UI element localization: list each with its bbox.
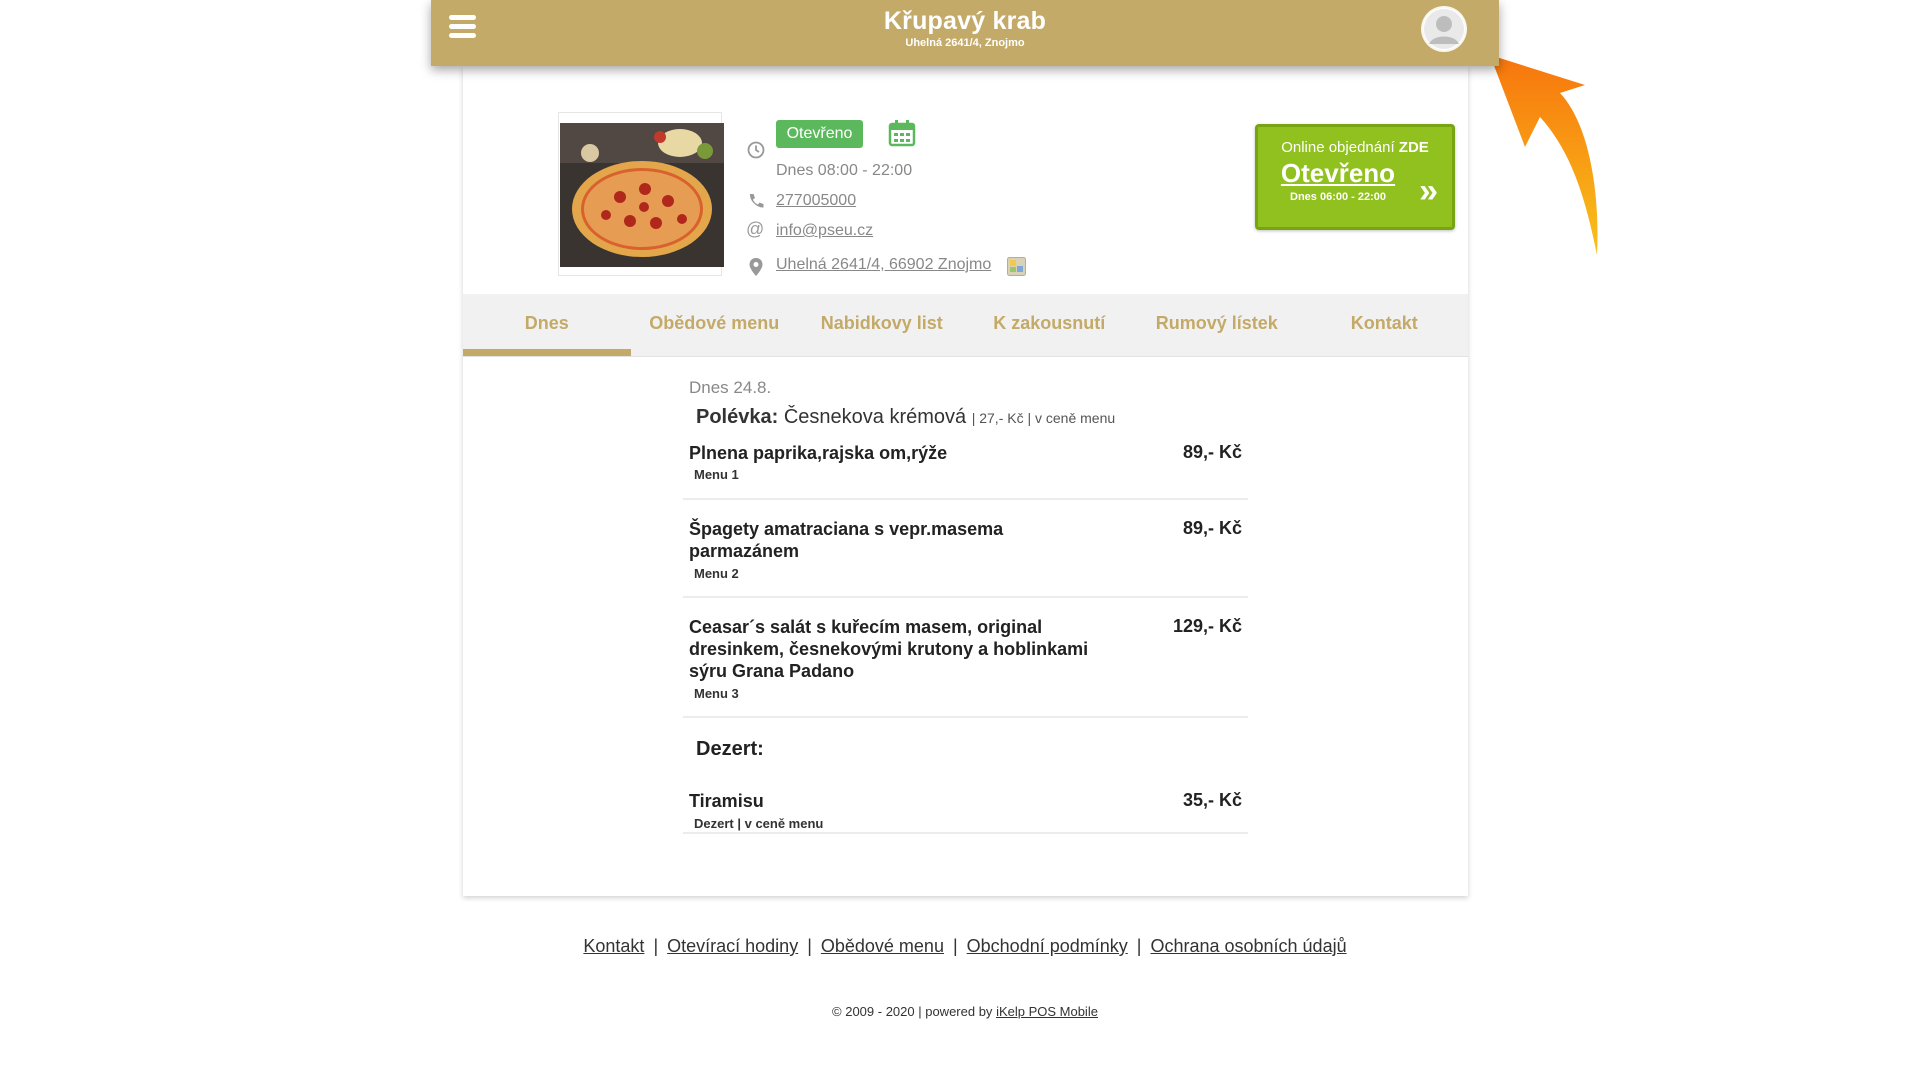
dezert-title: Dezert: bbox=[696, 738, 764, 760]
menu-item-price: 129,- Kč bbox=[1172, 616, 1242, 636]
menu-item-name: Tiramisu bbox=[689, 791, 764, 811]
footer-link-ochrana-udaju[interactable]: Ochrana osobních údajů bbox=[1150, 936, 1346, 956]
menu-item-price: 35,- Kč bbox=[1182, 790, 1242, 810]
online-order-zde: ZDE bbox=[1398, 139, 1429, 156]
online-order-lead: Online objednání ZDE bbox=[1281, 139, 1429, 156]
address-link[interactable]: Uhelná 2641/4, 66902 Znojmo bbox=[776, 256, 991, 274]
user-avatar-icon[interactable] bbox=[1423, 8, 1465, 50]
soup-price-info: | 27,- Kč | v ceně menu bbox=[971, 410, 1116, 426]
menu-item: Špagety amatraciana s vepr.masema parmaz… bbox=[683, 498, 1248, 598]
soup-name: Česnekova krémová bbox=[783, 406, 967, 428]
footer-separator: | bbox=[807, 936, 812, 956]
menu-item-tag: Menu 2 bbox=[694, 566, 739, 581]
footer-link-oteviraci-hodiny[interactable]: Otevírací hodiny bbox=[667, 936, 798, 956]
restaurant-brand: Křupavý krab Uhelná 2641/4, Znojmo bbox=[431, 7, 1499, 49]
opening-hours-text: Dnes 08:00 - 22:00 bbox=[776, 162, 913, 179]
restaurant-photo bbox=[558, 112, 724, 276]
menu-item: Ceasar´s salát s kuřecím masem, original… bbox=[683, 596, 1248, 718]
tab-kontakt[interactable]: Kontakt bbox=[1301, 294, 1469, 356]
top-header-bar: Křupavý krab Uhelná 2641/4, Znojmo bbox=[431, 0, 1499, 66]
footer-links: Kontakt | Otevírací hodiny | Obědové menu | Ob… bbox=[0, 936, 1920, 957]
menu-item-tag: Dezert | v ceně menu bbox=[694, 816, 824, 831]
map-icon[interactable] bbox=[1007, 257, 1026, 276]
phone-icon bbox=[749, 194, 764, 208]
online-order-status: Otevřeno bbox=[1280, 158, 1396, 188]
menu-item: Plnena paprika,rajska om,rýže 89,- Kč Me… bbox=[683, 434, 1248, 500]
menu-date: Dnes 24.8. bbox=[689, 378, 772, 397]
calendar-icon[interactable] bbox=[888, 119, 916, 147]
copyright-text: © 2009 - 2020 | powered by bbox=[832, 1004, 993, 1019]
open-status-badge: Otevřeno bbox=[776, 120, 863, 148]
online-order-hours: Dnes 06:00 - 22:00 bbox=[1290, 191, 1386, 203]
menu-item-name: Ceasar´s salát s kuřecím masem, original… bbox=[689, 617, 1089, 681]
menu-item-name: Plnena paprika,rajska om,rýže bbox=[689, 443, 948, 463]
online-order-button[interactable]: Online objednání ZDE Otevřeno Dnes 06:00… bbox=[1255, 124, 1455, 230]
email-link[interactable]: info@pseu.cz bbox=[776, 222, 873, 240]
footer-separator: | bbox=[952, 936, 958, 956]
map-pin-icon bbox=[749, 258, 763, 276]
menu-item-tag: Menu 3 bbox=[694, 686, 739, 701]
menu-item: Tiramisu 35,- Kč Dezert | v ceně menu bbox=[683, 766, 1248, 834]
phone-link[interactable]: 277005000 bbox=[776, 192, 856, 210]
tab-obedove-menu[interactable]: Obědové menu bbox=[631, 294, 799, 356]
powered-by-link[interactable]: iKelp POS Mobile bbox=[996, 1004, 1098, 1019]
menu-item-price: 89,- Kč bbox=[1182, 518, 1242, 538]
menu-item-name: Špagety amatraciana s vepr.masema parmaz… bbox=[689, 519, 1004, 561]
double-chevron-right-icon: » bbox=[1419, 172, 1438, 210]
at-sign-icon: @ bbox=[746, 219, 765, 239]
footer-link-obedove-menu[interactable]: Obědové menu bbox=[821, 936, 944, 956]
soup-row: Polévka: Česnekova krémová | 27,- Kč | v… bbox=[696, 406, 1115, 429]
tab-dnes[interactable]: Dnes bbox=[463, 294, 631, 356]
menu-item-price: 89,- Kč bbox=[1182, 442, 1242, 462]
restaurant-address-short: Uhelná 2641/4, Znojmo bbox=[905, 37, 1025, 49]
copyright: © 2009 - 2020 | powered by iKelp POS Mob… bbox=[0, 1004, 1920, 1019]
footer-link-kontakt[interactable]: Kontakt bbox=[583, 936, 644, 956]
restaurant-card: Otevřeno Dnes 08:00 - 22:00 277005000 @ … bbox=[463, 66, 1468, 896]
menu-item-tag: Menu 1 bbox=[694, 467, 739, 482]
menu-tabs: Dnes Obědové menu Nabidkovy list K zakou… bbox=[463, 294, 1468, 357]
tab-nabidkovy-list[interactable]: Nabidkovy list bbox=[798, 294, 966, 356]
soup-title: Polévka: bbox=[696, 406, 779, 428]
restaurant-name: Křupavý krab bbox=[883, 7, 1047, 35]
clock-icon bbox=[747, 141, 765, 159]
tab-k-zakousnuti[interactable]: K zakousnutí bbox=[966, 294, 1134, 356]
tab-rumovy-listek[interactable]: Rumový lístek bbox=[1133, 294, 1301, 356]
footer-separator: | bbox=[1136, 936, 1142, 956]
footer-separator: | bbox=[653, 936, 659, 956]
footer-link-obchodni-podminky[interactable]: Obchodní podmínky bbox=[967, 936, 1128, 956]
annotation-arrow-icon bbox=[1490, 55, 1598, 255]
